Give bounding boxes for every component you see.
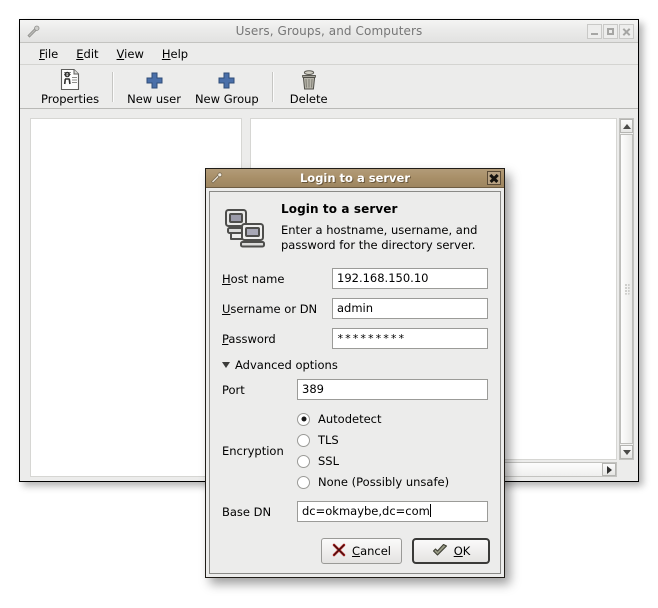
text-caret [429,504,431,517]
radio-button-icon[interactable] [297,454,310,468]
main-window-titlebar[interactable]: Users, Groups, and Computers [20,20,638,43]
scroll-up-button[interactable] [620,119,633,133]
ok-button[interactable]: OK [412,538,490,564]
radio-autodetect-label: Autodetect [318,412,382,426]
dialog-header-title: Login to a server [281,202,398,216]
encryption-label: Encryption [222,443,284,458]
advanced-options-label: Advanced options [235,358,338,372]
scrollbar-corner [619,460,634,477]
menu-edit[interactable]: Edit [67,45,107,63]
window-controls [587,24,634,39]
plus-icon [144,69,165,91]
toolbar-properties-label: Properties [41,91,100,106]
username-field[interactable]: admin [332,298,488,319]
close-icon[interactable] [619,24,634,39]
check-arrow-icon [432,543,448,560]
dialog-titlebar[interactable]: Login to a server [206,169,504,188]
red-x-icon [332,543,346,560]
radio-none[interactable]: None (Possibly unsafe) [297,475,449,489]
dialog-header-description: Enter a hostname, username, and password… [281,223,478,252]
vertical-scroll-thumb[interactable] [620,134,633,444]
base-dn-row: Base DN dc=okmaybe,dc=com [222,501,488,522]
dialog-frame: Login to a server Enter a hostname, user… [209,191,501,574]
close-icon[interactable] [487,171,501,185]
toolbar-properties-button[interactable]: Properties [34,68,106,106]
ok-button-label: OK [453,544,471,558]
triangle-right-icon [606,465,612,474]
advanced-options-block: Port 389 Encryption Autodetect TLS SSL N… [222,379,488,522]
toolbar-new-user-button[interactable]: New user [120,68,188,106]
radio-button-icon[interactable] [297,412,310,426]
two-computers-icon [222,205,268,254]
dialog-buttons: Cancel OK [321,538,490,564]
main-window-title: Users, Groups, and Computers [235,24,423,38]
dialog-header-text: Login to a server Enter a hostname, user… [281,202,488,253]
host-name-field[interactable]: 192.168.150.10 [332,268,488,289]
dialog-title: Login to a server [299,171,411,185]
cancel-button[interactable]: Cancel [321,538,402,564]
properties-document-icon [60,68,81,91]
host-name-row: Host name 192.168.150.10 [222,268,488,289]
radio-ssl-label: SSL [318,454,340,468]
cancel-button-label: Cancel [352,544,391,558]
base-dn-label: Base DN [222,504,272,519]
triangle-down-icon [622,449,631,455]
password-label: Password [222,331,276,346]
advanced-options-expander[interactable]: Advanced options [222,358,488,372]
menu-help[interactable]: Help [153,45,197,63]
encryption-row: Encryption Autodetect TLS SSL None (Poss… [222,409,488,492]
scroll-right-button[interactable] [602,463,616,476]
host-name-label: Host name [222,271,285,286]
port-field[interactable]: 389 [297,379,488,400]
radio-tls[interactable]: TLS [297,433,449,447]
radio-ssl[interactable]: SSL [297,454,449,468]
toolbar-new-group-label: New Group [194,91,259,106]
triangle-down-icon [222,362,230,368]
menu-file[interactable]: File [30,45,67,63]
toolbar-separator [271,71,274,102]
plus-icon [216,69,237,91]
maximize-icon[interactable] [603,24,618,39]
radio-button-icon[interactable] [297,475,310,489]
username-label: Username or DN [222,301,318,316]
base-dn-field[interactable]: dc=okmaybe,dc=com [297,501,488,522]
encryption-options: Autodetect TLS SSL None (Possibly unsafe… [297,409,449,492]
trash-can-icon [298,69,320,91]
scroll-down-button[interactable] [620,445,633,459]
menubar: File Edit View Help [20,43,638,65]
toolbar: Properties New user New Group Delete [20,65,638,109]
minimize-icon[interactable] [587,24,602,39]
toolbar-delete-button[interactable]: Delete [280,68,338,106]
login-dialog: Login to a server Login to a server Ente… [205,168,505,578]
triangle-up-icon [622,123,631,129]
dialog-header: Login to a server Enter a hostname, user… [222,202,488,254]
password-row: Password ********* [222,328,488,349]
toolbar-new-group-button[interactable]: New Group [188,68,266,106]
toolbar-delete-label: Delete [289,91,328,106]
toolbar-separator [112,71,115,102]
password-field[interactable]: ********* [332,328,488,349]
radio-autodetect[interactable]: Autodetect [297,412,449,426]
username-row: Username or DN admin [222,298,488,319]
toolbar-new-user-label: New user [127,91,181,106]
port-row: Port 389 [222,379,488,400]
dialog-body: Login to a server Enter a hostname, user… [210,192,500,522]
radio-tls-label: TLS [318,433,339,447]
radio-button-icon[interactable] [297,433,310,447]
port-label: Port [222,382,245,397]
scroll-grip-icon [624,283,629,295]
menu-view[interactable]: View [108,45,153,63]
vertical-scrollbar[interactable] [619,118,634,460]
base-dn-value: dc=okmaybe,dc=com [302,504,430,518]
radio-none-label: None (Possibly unsafe) [318,475,450,489]
